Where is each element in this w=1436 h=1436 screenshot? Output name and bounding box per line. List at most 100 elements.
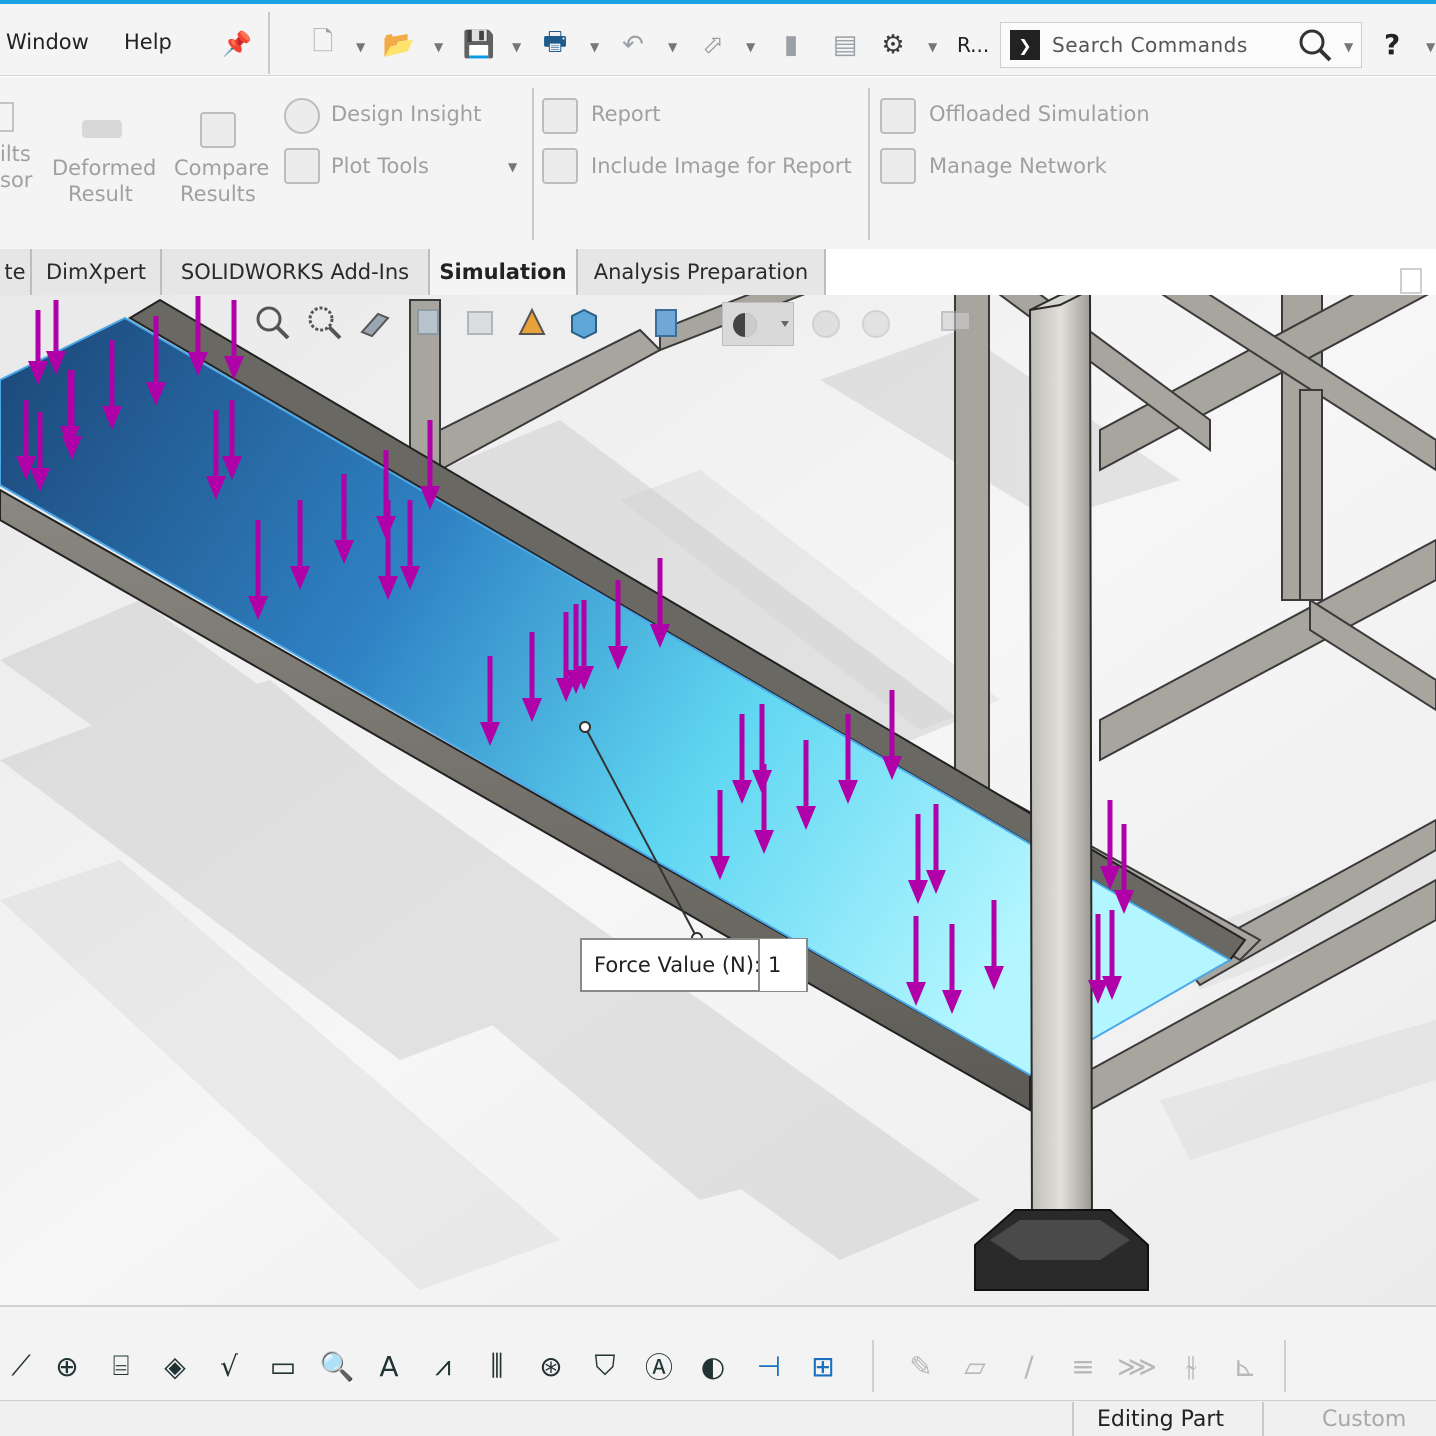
line-format-icon[interactable]: ≡	[1062, 1345, 1104, 1387]
force-value-input[interactable]	[758, 939, 806, 991]
tab-evaluate[interactable]: te	[0, 249, 32, 295]
manage-network-label[interactable]: Manage Network	[929, 154, 1107, 178]
force-value-label: Force Value (N):	[594, 953, 762, 977]
zoom-to-fit-icon[interactable]	[254, 304, 290, 340]
cosmetic-thread-icon[interactable]: ⛉	[584, 1345, 626, 1387]
menu-help[interactable]: Help	[124, 30, 172, 54]
task-pane-toggle-icon[interactable]	[1400, 268, 1422, 294]
display-style-icon[interactable]	[566, 304, 602, 340]
tab-dimxpert[interactable]: DimXpert	[32, 249, 162, 295]
save-icon[interactable]: 💾	[462, 28, 496, 62]
help-dropdown-caret[interactable]: ▼	[1426, 40, 1435, 54]
results-advisor-icon[interactable]	[0, 102, 14, 132]
file-properties-icon[interactable]: ▤	[828, 28, 862, 62]
screen-capture-icon[interactable]	[940, 310, 972, 338]
compare-results-label-1[interactable]: Compare	[174, 156, 269, 180]
toolbar-divider	[872, 1340, 874, 1392]
help-icon[interactable]: ?	[1384, 28, 1400, 61]
select-pointer-icon[interactable]: ⬀	[696, 28, 730, 62]
rebuild-truncated-label[interactable]: R...	[957, 33, 989, 57]
deformed-result-label-1[interactable]: Deformed	[52, 156, 156, 180]
manage-network-icon[interactable]	[880, 148, 916, 184]
print-dropdown-caret[interactable]: ▼	[590, 40, 599, 54]
line-thickness-icon[interactable]: ∕	[1008, 1345, 1050, 1387]
column-post	[1028, 295, 1094, 1241]
search-placeholder[interactable]: Search Commands	[1052, 33, 1248, 57]
ribbon-divider	[868, 88, 870, 240]
deformed-result-icon[interactable]	[82, 120, 122, 138]
report-label[interactable]: Report	[591, 102, 661, 126]
offloaded-simulation-label[interactable]: Offloaded Simulation	[929, 102, 1150, 126]
weld-symbol-icon[interactable]: ⩘	[422, 1345, 464, 1387]
compare-results-icon[interactable]	[200, 112, 236, 148]
plot-tools-label[interactable]: Plot Tools	[331, 154, 429, 178]
undo-icon[interactable]: ↶	[616, 28, 650, 62]
design-insight-icon[interactable]	[284, 98, 320, 134]
hide-show-items-icon[interactable]	[648, 304, 684, 340]
hatch-pattern-icon[interactable]: ⋙	[1116, 1345, 1158, 1387]
save-dropdown-caret[interactable]: ▼	[512, 40, 521, 54]
include-image-label[interactable]: Include Image for Report	[591, 154, 852, 178]
deformed-result-label-2[interactable]: Result	[68, 182, 133, 206]
search-dropdown-caret[interactable]: ▼	[1344, 40, 1353, 54]
status-unit-system[interactable]: Custom	[1322, 1407, 1406, 1432]
view-settings-icon[interactable]	[858, 306, 894, 342]
view-orientation-icon[interactable]	[514, 304, 550, 340]
menu-window[interactable]: Window	[6, 30, 89, 54]
annotation-view-icon[interactable]: Ⓐ	[638, 1345, 680, 1387]
surface-finish-icon[interactable]: √	[208, 1345, 250, 1387]
apply-scene-icon[interactable]	[808, 306, 844, 342]
layer-icon[interactable]: ⊾	[1224, 1345, 1266, 1387]
note-icon[interactable]: A	[368, 1345, 410, 1387]
center-of-mass-icon[interactable]: ◐	[692, 1345, 734, 1387]
section-view-icon[interactable]	[410, 304, 446, 340]
zoom-to-area-icon[interactable]	[306, 304, 342, 340]
graphics-viewport[interactable]	[0, 295, 1436, 1305]
datum-feature-icon[interactable]: ◈	[154, 1345, 196, 1387]
search-magnifier-icon[interactable]	[1296, 26, 1334, 64]
report-icon[interactable]	[542, 98, 578, 134]
edit-appearance-button[interactable]	[722, 302, 794, 346]
plot-tools-icon[interactable]	[284, 148, 320, 184]
open-dropdown-caret[interactable]: ▼	[434, 40, 443, 54]
hide-edge-icon[interactable]: ⫳	[1170, 1345, 1212, 1387]
toolbar-divider	[1284, 1340, 1286, 1392]
select-dropdown-caret[interactable]: ▼	[746, 40, 755, 54]
area-hatch-icon[interactable]: ⊛	[530, 1345, 572, 1387]
geometric-tolerance-icon[interactable]: ▭	[262, 1345, 304, 1387]
dynamic-annotation-icon[interactable]	[462, 304, 498, 340]
options-dropdown-caret[interactable]: ▼	[928, 40, 937, 54]
toolbar-divider	[268, 12, 270, 74]
dimxpert-auto-icon[interactable]: ⊣	[748, 1345, 790, 1387]
note-search-icon[interactable]: 🔍	[316, 1345, 358, 1387]
include-image-icon[interactable]	[542, 148, 578, 184]
undo-dropdown-caret[interactable]: ▼	[668, 40, 677, 54]
tab-simulation[interactable]: Simulation	[430, 249, 578, 295]
smart-dimension-icon[interactable]: ⟋	[0, 1345, 42, 1387]
command-prompt-icon: ❯	[1010, 30, 1040, 60]
ribbon-divider	[532, 88, 534, 240]
rebuild-icon[interactable]: ▮	[774, 28, 808, 62]
plot-tools-dropdown-caret[interactable]: ▼	[508, 160, 517, 174]
line-color-icon[interactable]: ▱	[954, 1345, 996, 1387]
pin-icon[interactable]: 📌	[222, 30, 252, 58]
options-gear-icon[interactable]: ⚙	[876, 28, 910, 62]
dimxpert-scheme-icon[interactable]: ⊞	[802, 1345, 844, 1387]
print-icon[interactable]: 🖶	[538, 27, 572, 62]
status-divider	[1262, 1402, 1264, 1436]
open-folder-icon[interactable]: 📂	[382, 28, 416, 62]
new-document-icon[interactable]: 🗋	[306, 27, 340, 62]
design-insight-label[interactable]: Design Insight	[331, 102, 481, 126]
hole-callout-icon[interactable]: ⫼	[476, 1345, 518, 1387]
datum-target-icon[interactable]: ⊕	[46, 1345, 88, 1387]
previous-view-icon[interactable]	[358, 304, 394, 340]
location-dimension-icon[interactable]: ⌸	[100, 1345, 142, 1387]
results-advisor-label-1[interactable]: ilts	[0, 142, 31, 166]
tab-analysis-preparation[interactable]: Analysis Preparation	[578, 249, 826, 295]
compare-results-label-2[interactable]: Results	[180, 182, 256, 206]
new-dropdown-caret[interactable]: ▼	[356, 40, 365, 54]
line-style-icon[interactable]: ✎	[900, 1345, 942, 1387]
tab-solidworks-add-ins[interactable]: SOLIDWORKS Add-Ins	[162, 249, 430, 295]
offloaded-simulation-icon[interactable]	[880, 98, 916, 134]
results-advisor-label-2[interactable]: sor	[0, 168, 32, 192]
